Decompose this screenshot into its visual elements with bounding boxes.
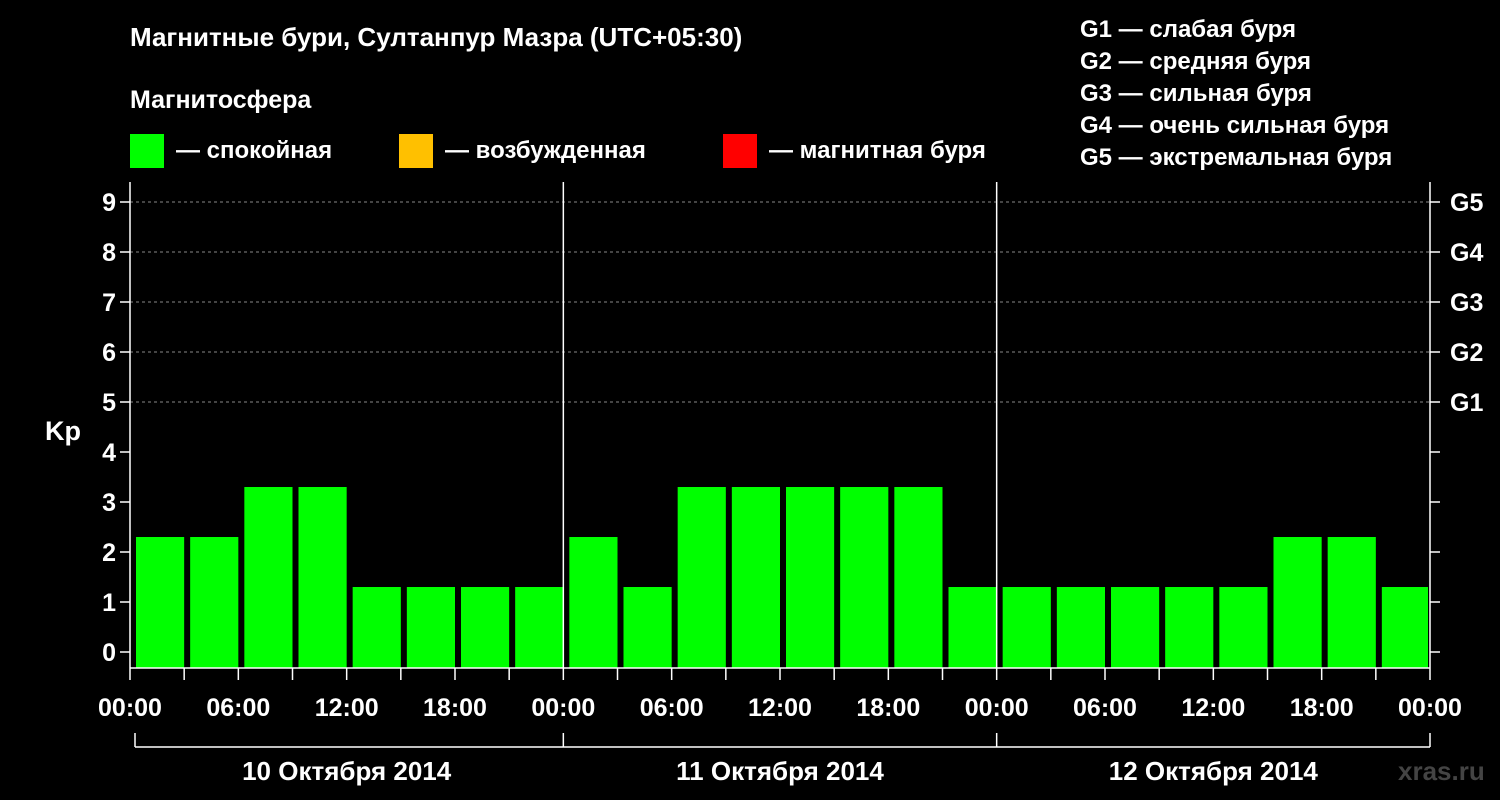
y-tick-label: 9 [102,189,116,217]
watermark: xras.ru [1398,756,1485,786]
kp-bar [894,487,943,668]
kp-bar [1165,587,1214,668]
kp-bar [298,487,347,668]
kp-bar [840,487,889,668]
g-level-label: G2 [1450,339,1483,367]
x-tick-label: 00:00 [1398,694,1462,722]
kp-bar [1002,587,1051,668]
y-tick-label: 6 [102,339,116,367]
day-label: 12 Октября 2014 [1109,756,1319,786]
kp-bar [352,587,401,668]
kp-bar [1327,537,1376,668]
kp-bar [190,537,239,668]
kp-bar [1273,537,1322,668]
kp-bar [1056,587,1105,668]
x-tick-label: 00:00 [531,694,595,722]
y-tick-label: 4 [102,439,116,467]
y-tick-label: 3 [102,489,116,517]
day-label: 11 Октября 2014 [676,756,884,786]
x-tick-label: 06:00 [1073,694,1137,722]
x-tick-label: 00:00 [98,694,162,722]
x-tick-label: 12:00 [1181,694,1245,722]
x-tick-label: 18:00 [856,694,920,722]
kp-bar [786,487,835,668]
kp-chart: 0 1 2 3 4 5 6 7 8 9 G1 G2 G3 G4 G5 Kp 00:00 06:00 12:00 18:… [45,182,1483,786]
g-level-label: G1 [1450,389,1483,417]
x-tick-label: 06:00 [640,694,704,722]
kp-bars [136,487,1428,668]
kp-bar [136,537,185,668]
y-tick-label: 7 [102,289,116,317]
kp-bar [515,587,564,668]
day-label: 10 Октября 2014 [242,756,452,786]
kp-bar [1111,587,1160,668]
x-tick-label: 18:00 [423,694,487,722]
y-tick-label: 8 [102,239,116,267]
g-level-label: G3 [1450,289,1483,317]
kp-bar [406,587,455,668]
kp-bar [948,587,997,668]
x-tick-label: 00:00 [965,694,1029,722]
kp-bar [1219,587,1268,668]
y-tick-label: 2 [102,539,116,567]
chart-grid [130,201,1430,403]
kp-bar [569,537,618,668]
kp-bar [731,487,780,668]
x-tick-label: 06:00 [206,694,270,722]
y-tick-label: 5 [102,389,116,417]
y-axis-label: Kp [45,416,81,446]
kp-bar [623,587,672,668]
kp-bar [244,487,293,668]
y-tick-label: 1 [102,589,116,617]
g-level-label: G5 [1450,189,1483,217]
g-level-label: G4 [1450,239,1483,267]
kp-bar [1381,587,1428,668]
x-tick-label: 18:00 [1290,694,1354,722]
x-tick-label: 12:00 [748,694,812,722]
kp-bar [461,587,510,668]
x-tick-label: 12:00 [315,694,379,722]
kp-bar [677,487,726,668]
y-tick-label: 0 [102,639,116,667]
